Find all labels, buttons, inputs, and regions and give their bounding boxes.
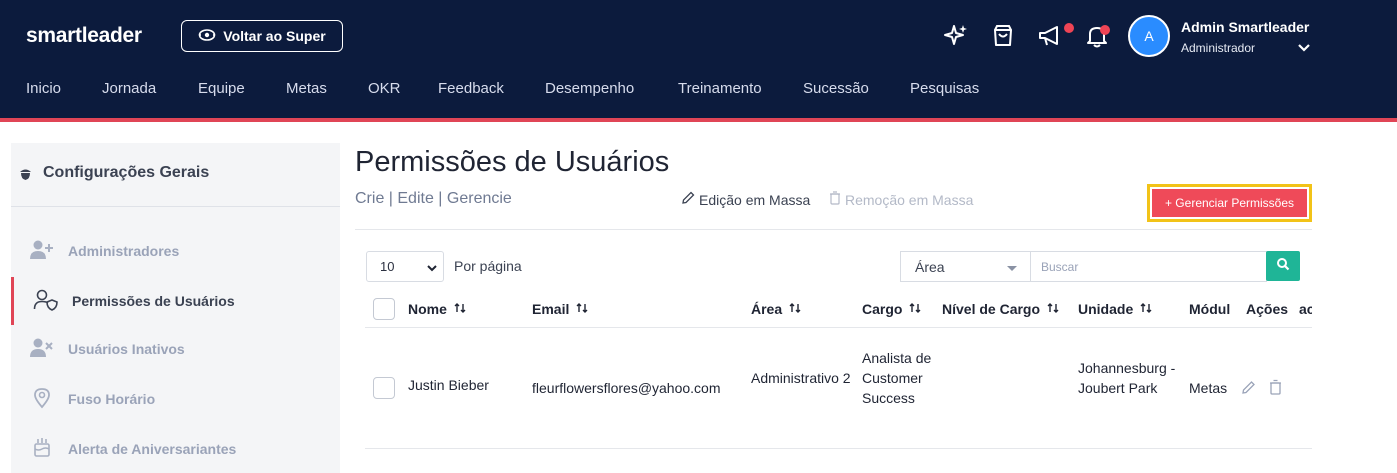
cell-area: Administrativo 2 [751, 370, 851, 386]
area-filter-value: Área [915, 258, 945, 275]
edit-pencil-icon[interactable] [1241, 380, 1256, 400]
sidebar-item-fuso-horario[interactable]: Fuso Horário [68, 391, 155, 407]
column-header-cargo[interactable]: Cargo [862, 301, 921, 317]
row-checkbox[interactable] [373, 377, 395, 399]
page-title: Permissões de Usuários [355, 146, 670, 178]
back-to-super-label: Voltar ao Super [223, 28, 326, 44]
user-avatar[interactable]: A [1128, 15, 1170, 57]
column-header-nome[interactable]: Nome [408, 301, 466, 317]
sidebar-item-administradores[interactable]: Administradores [68, 243, 179, 259]
cake-icon [33, 436, 51, 463]
header-accent-line [0, 118, 1397, 122]
sort-icon [909, 301, 921, 317]
nav-item-jornada[interactable]: Jornada [102, 80, 156, 97]
sort-icon [576, 301, 588, 317]
user-role: Administrador [1181, 41, 1256, 55]
back-to-super-button[interactable]: Voltar ao Super [181, 20, 343, 52]
sidebar-title: Configurações Gerais [43, 164, 210, 181]
sidebar-item-alerta-aniversariantes[interactable]: Alerta de Aniversariantes [68, 441, 236, 457]
sidebar-item-permissoes[interactable]: Permissões de Usuários [72, 293, 235, 309]
nav-item-okr[interactable]: OKR [368, 80, 401, 97]
user-x-icon [29, 337, 55, 364]
column-label: Ações [1246, 301, 1289, 317]
column-label: Nível de Cargo [942, 301, 1041, 317]
nav-item-feedback[interactable]: Feedback [438, 80, 504, 97]
cell-cargo: Analista de Customer Success [862, 350, 932, 406]
column-header-nivel-cargo[interactable]: Nível de Cargo [942, 301, 1059, 317]
column-header-modulo[interactable]: Módul [1189, 301, 1230, 317]
manage-permissions-highlight: + Gerenciar Permissões [1147, 184, 1312, 222]
caret-down-icon [1007, 266, 1017, 271]
manage-permissions-button[interactable]: + Gerenciar Permissões [1152, 189, 1307, 217]
column-label: Email [532, 301, 570, 317]
mass-edit-label: Edição em Massa [699, 191, 811, 208]
chevron-down-icon [426, 261, 438, 276]
sidebar-active-indicator [11, 277, 14, 325]
nav-item-sucessao[interactable]: Sucessão [803, 80, 869, 97]
per-page-select[interactable]: 10 [366, 251, 444, 282]
page-subtitle: Crie | Edite | Gerencie [355, 190, 512, 207]
per-page-label: Por página [454, 258, 522, 274]
pencil-icon [681, 191, 695, 208]
nav-item-metas[interactable]: Metas [286, 80, 327, 97]
top-header [0, 0, 1397, 118]
cell-modulo: Metas [1189, 380, 1228, 396]
search-icon [1276, 257, 1290, 276]
settings-sidebar: Configurações Gerais Administradores Per… [11, 143, 340, 473]
area-filter-select[interactable]: Área [900, 251, 1031, 282]
cell-unidade: Johannesburg - Joubert Park [1078, 360, 1176, 396]
sidebar-divider [11, 206, 340, 207]
sparkles-icon[interactable] [942, 22, 970, 50]
super-eye-icon [198, 28, 216, 45]
nav-item-equipe[interactable]: Equipe [198, 80, 245, 97]
nav-item-treinamento[interactable]: Treinamento [678, 80, 762, 97]
column-header-unidade[interactable]: Unidade [1078, 301, 1152, 317]
megaphone-notification-dot [1064, 23, 1074, 33]
shopping-bag-icon[interactable] [989, 22, 1017, 50]
nav-item-inicio[interactable]: Inicio [26, 80, 61, 97]
bell-notification-dot [1100, 25, 1110, 35]
column-header-email[interactable]: Email [532, 301, 588, 317]
column-label: Módul [1189, 301, 1231, 317]
column-label: Cargo [862, 301, 903, 317]
sort-icon [454, 301, 466, 317]
nav-item-desempenho[interactable]: Desempenho [545, 80, 634, 97]
column-label: Área [751, 301, 783, 317]
sort-icon [1140, 301, 1152, 317]
column-label: Unidade [1078, 301, 1134, 317]
search-button[interactable] [1266, 251, 1300, 281]
nav-item-pesquisas[interactable]: Pesquisas [910, 80, 979, 97]
sort-icon [1047, 301, 1059, 317]
user-shield-icon [33, 289, 59, 316]
chevron-down-icon[interactable] [1297, 40, 1311, 58]
delete-trash-icon[interactable] [1269, 379, 1282, 400]
sidebar-item-usuarios-inativos[interactable]: Usuários Inativos [68, 341, 185, 357]
location-pin-icon [33, 387, 51, 414]
column-header-acoes: Ações [1246, 301, 1288, 317]
acorn-icon [19, 167, 32, 186]
mass-remove-label: Remoção em Massa [845, 191, 974, 208]
cell-email: fleurflowersflores@yahoo.com [532, 380, 721, 396]
table-header-divider [365, 327, 1312, 328]
user-plus-icon [29, 239, 55, 266]
mass-edit-button[interactable]: Edição em Massa [681, 191, 810, 208]
column-header-area[interactable]: Área [751, 301, 801, 317]
trash-icon [829, 191, 841, 208]
user-name[interactable]: Admin Smartleader [1181, 19, 1309, 35]
cell-nome: Justin Bieber [408, 377, 489, 393]
app-logo[interactable]: smartleader [26, 24, 142, 48]
table-overflow-mask [1312, 290, 1397, 462]
search-input[interactable] [1030, 251, 1267, 282]
table-row-divider [365, 448, 1312, 449]
column-label: Nome [408, 301, 447, 317]
megaphone-icon[interactable] [1037, 22, 1065, 50]
select-all-checkbox[interactable] [373, 298, 395, 320]
header-divider [355, 229, 1312, 230]
per-page-value: 10 [380, 259, 395, 274]
mass-remove-button[interactable]: Remoção em Massa [829, 191, 973, 208]
sort-icon [789, 301, 801, 317]
